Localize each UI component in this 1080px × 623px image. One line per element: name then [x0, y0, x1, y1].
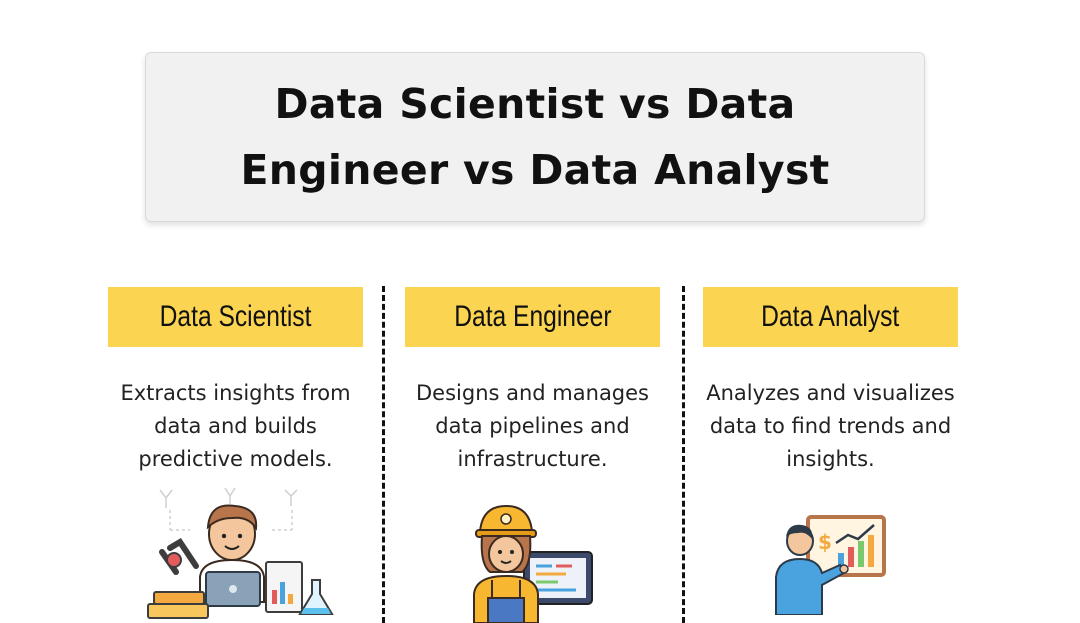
data-engineer-illustration: [473, 504, 593, 623]
column-data-engineer: Data Engineer Designs and manages data p…: [405, 287, 660, 476]
role-label-text: Data Analyst: [761, 300, 900, 333]
role-label-data-scientist: Data Scientist: [108, 287, 363, 347]
data-analyst-illustration: $: [775, 515, 886, 615]
role-description-data-engineer: Designs and manages data pipelines and i…: [405, 377, 660, 476]
column-divider-1: [382, 286, 385, 623]
description-line: data to find trends and: [709, 414, 952, 438]
description-line: data and builds: [154, 414, 317, 438]
role-label-data-engineer: Data Engineer: [405, 287, 660, 347]
column-data-scientist: Data Scientist Extracts insights from da…: [108, 287, 363, 476]
title-line-2: Engineer vs Data Analyst: [240, 146, 830, 194]
svg-text:$: $: [818, 530, 832, 554]
description-line: infrastructure.: [457, 447, 608, 471]
role-label-text: Data Engineer: [453, 300, 612, 333]
description-line: predictive models.: [138, 447, 333, 471]
column-data-analyst: Data Analyst Analyzes and visualizes dat…: [703, 287, 958, 476]
role-label-text: Data Scientist: [159, 300, 312, 333]
description-line: insights.: [786, 447, 875, 471]
role-description-data-analyst: Analyzes and visualizes data to find tre…: [703, 377, 958, 476]
column-divider-2: [682, 286, 685, 623]
description-line: Extracts insights from: [120, 381, 351, 405]
title-line-1: Data Scientist vs Data: [274, 80, 796, 128]
role-description-data-scientist: Extracts insights from data and builds p…: [108, 377, 363, 476]
role-label-data-analyst: Data Analyst: [703, 287, 958, 347]
title-card: Data Scientist vs Data Engineer vs Data …: [145, 52, 925, 222]
description-line: Designs and manages: [416, 381, 649, 405]
description-line: data pipelines and: [435, 414, 630, 438]
description-line: Analyzes and visualizes: [706, 381, 955, 405]
data-scientist-illustration: [147, 487, 334, 619]
